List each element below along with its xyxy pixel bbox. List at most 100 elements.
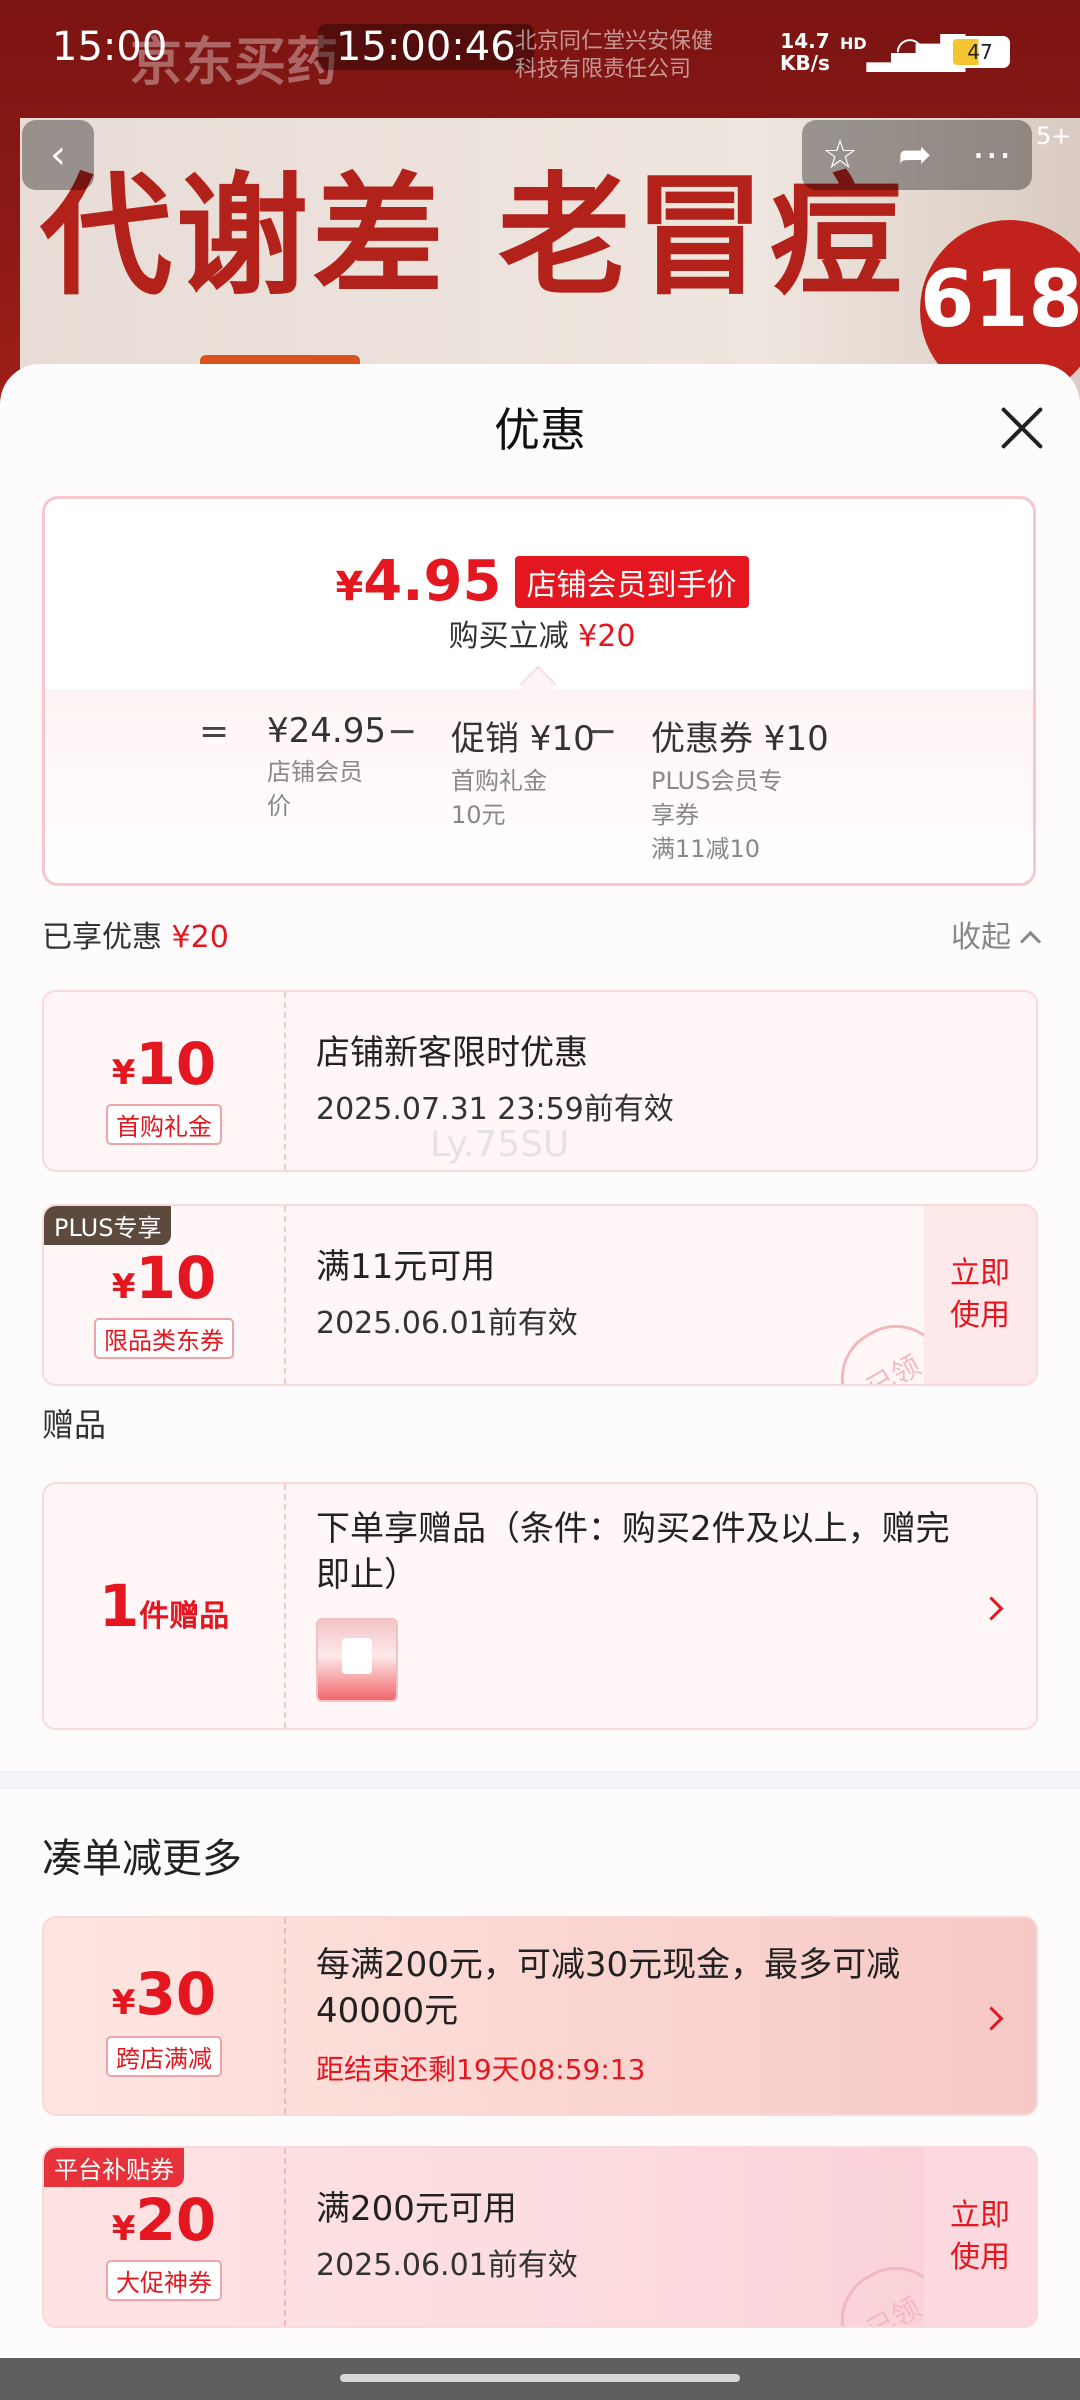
promo-title: 满200元可用 — [316, 2189, 517, 2229]
coupon-value: 10 — [135, 1030, 217, 1098]
use-now-button[interactable]: 立即使用 — [924, 1206, 1036, 1384]
promotion-value: 促销 ¥10 — [451, 719, 595, 759]
net-speed: 14.7 KB/s — [780, 30, 830, 74]
promo-value: 30 — [135, 1960, 217, 2028]
coupon-currency: ¥ — [111, 1053, 136, 1093]
final-price-row: ¥4.95 店铺会员到手价 — [45, 549, 1033, 614]
chevron-right-icon — [979, 2006, 1004, 2031]
gesture-bar — [0, 2358, 1080, 2400]
status-time: 15:00 — [52, 24, 168, 70]
breakdown-promotion: 促销 ¥10 首购礼金 10元 — [451, 711, 595, 832]
minus-sign: − — [387, 711, 418, 752]
member-price-label-1: 店铺会员 — [267, 758, 363, 786]
promo-currency: ¥ — [111, 2209, 136, 2249]
sheet-title: 优惠 — [494, 403, 586, 457]
member-price-value: ¥24.95 — [267, 711, 386, 751]
promotion-label-1: 首购礼金 — [451, 767, 547, 795]
share-icon[interactable]: ➦ — [898, 120, 932, 190]
corp-line-2: 科技有限责任公司 — [515, 57, 692, 82]
price-value: 4.95 — [363, 549, 502, 614]
promo-title: 每满200元，可减30元现金，最多可减40000元 — [316, 1945, 901, 2031]
collapse-label: 收起 — [951, 920, 1011, 955]
plus-exclusive-tag: PLUS专享 — [44, 1206, 172, 1245]
watermark-text: Ly.75SU — [430, 1124, 570, 1165]
coupon-type-tag: 首购礼金 — [106, 1104, 222, 1145]
coupon-label-1: PLUS会员专 — [651, 767, 783, 795]
close-icon[interactable] — [998, 404, 1046, 452]
gift-count-unit: 件赠品 — [139, 1599, 230, 1634]
promo-card: 平台补贴券 ¥20 大促神券 满200元可用 2025.06.01前有效 已领 … — [42, 2146, 1038, 2328]
more-icon[interactable]: ⋯ — [972, 120, 1012, 190]
promo-value: 20 — [135, 2186, 217, 2254]
use-now-label: 立即使用 — [950, 1256, 1010, 1333]
clock-overlay: 15:00:46 — [318, 24, 534, 70]
home-indicator[interactable] — [340, 2374, 740, 2382]
coupon-label-2: 享券 — [651, 801, 699, 829]
enjoyed-label: 已享优惠 — [42, 920, 162, 955]
section-divider — [0, 1771, 1080, 1789]
collapse-button[interactable]: 收起 — [951, 912, 1042, 956]
gift-title: 下单享赠品（条件：购买2件及以上，赠完即止） — [316, 1509, 950, 1595]
final-price: ¥4.95 — [335, 549, 501, 614]
price-tag: 店铺会员到手价 — [514, 555, 749, 608]
net-speed-unit: KB/s — [780, 51, 830, 75]
member-price-label-2: 价 — [267, 792, 291, 820]
instant-discount: 购买立减 ¥20 — [45, 611, 1033, 655]
promotion-label-2: 10元 — [451, 801, 506, 829]
gift-card[interactable]: 1件赠品 下单享赠品（条件：购买2件及以上，赠完即止） — [42, 1482, 1038, 1730]
gift-count-value: 1 — [98, 1572, 140, 1640]
wifi-icon: ◠ — [895, 30, 925, 70]
equals-sign: = — [199, 711, 230, 752]
coupon-expiry: 2025.07.31 23:59前有效 — [316, 1092, 674, 1127]
coupon-expiry: 2025.06.01前有效 — [316, 1306, 578, 1341]
gift-thumbnail[interactable] — [316, 1618, 398, 1702]
net-speed-value: 14.7 — [780, 29, 830, 53]
star-icon[interactable]: ☆ — [822, 120, 858, 190]
hd-label: HD — [840, 34, 867, 53]
battery-icon: 47 — [950, 36, 1010, 68]
coupon-label-3: 满11减10 — [651, 835, 761, 863]
minus-sign: − — [587, 711, 618, 752]
chevron-left-icon: ‹ — [50, 132, 66, 178]
enjoyed-discount: 已享优惠 ¥20 — [42, 912, 229, 956]
use-now-button[interactable]: 立即使用 — [924, 2148, 1036, 2326]
coupon-title: 满11元可用 — [316, 1247, 496, 1287]
enjoyed-amount: ¥20 — [171, 920, 229, 955]
promo-countdown: 距结束还剩19天08:59:13 — [316, 2053, 646, 2086]
instant-discount-amount: ¥20 — [578, 619, 636, 654]
status-bar: 京东买药 15:00 15:00:46 北京同仁堂兴安保健 科技有限责任公司 1… — [0, 24, 1080, 93]
coupon-value: 10 — [135, 1244, 217, 1312]
coupon-type-tag: 限品类东券 — [94, 1318, 234, 1359]
breakdown-coupon: 优惠券 ¥10 PLUS会员专 享券 满11减10 — [651, 711, 829, 866]
chevron-right-icon — [979, 1596, 1004, 1621]
top-actions: ☆ ➦ ⋯ — [802, 120, 1032, 190]
price-currency: ¥ — [335, 564, 364, 610]
coupon-amount: ¥10 — [44, 1244, 284, 1312]
more-section-title: 凑单减更多 — [42, 1836, 242, 1882]
coupon-value: 优惠券 ¥10 — [651, 719, 829, 759]
promo-currency: ¥ — [111, 1983, 136, 2023]
coupon-title: 店铺新客限时优惠 — [316, 1033, 588, 1073]
promo-amount: ¥20 — [44, 2186, 284, 2254]
corp-line-1: 北京同仁堂兴安保健 — [515, 29, 714, 54]
promo-card[interactable]: ¥30 跨店满减 每满200元，可减30元现金，最多可减40000元 距结束还剩… — [42, 1916, 1038, 2116]
gift-section-title: 赠品 — [42, 1406, 107, 1444]
breakdown-member-price: ¥24.95 店铺会员 价 — [267, 711, 386, 823]
coupon-card: PLUS专享 ¥10 限品类东券 满11元可用 2025.06.01前有效 已领… — [42, 1204, 1038, 1386]
image-count: 5+ — [1036, 122, 1072, 150]
promo-amount: ¥30 — [44, 1960, 284, 2028]
platform-subsidy-tag: 平台补贴券 — [44, 2148, 184, 2187]
battery-level: 47 — [967, 40, 993, 64]
coupon-currency: ¥ — [111, 1267, 136, 1307]
chevron-up-icon — [1019, 930, 1042, 953]
promo-expiry: 2025.06.01前有效 — [316, 2248, 578, 2283]
back-button[interactable]: ‹ — [22, 120, 94, 190]
use-now-label: 立即使用 — [950, 2198, 1010, 2275]
corp-name: 北京同仁堂兴安保健 科技有限责任公司 — [515, 28, 713, 84]
promo-type-tag: 跨店满减 — [106, 2036, 222, 2077]
instant-discount-label: 购买立减 — [448, 619, 569, 654]
gift-count: 1件赠品 — [44, 1572, 284, 1640]
banner-headline: 代谢差 老冒痘 — [40, 160, 906, 314]
coupon-amount: ¥10 — [44, 1030, 284, 1098]
promo-type-tag: 大促神券 — [106, 2260, 222, 2301]
